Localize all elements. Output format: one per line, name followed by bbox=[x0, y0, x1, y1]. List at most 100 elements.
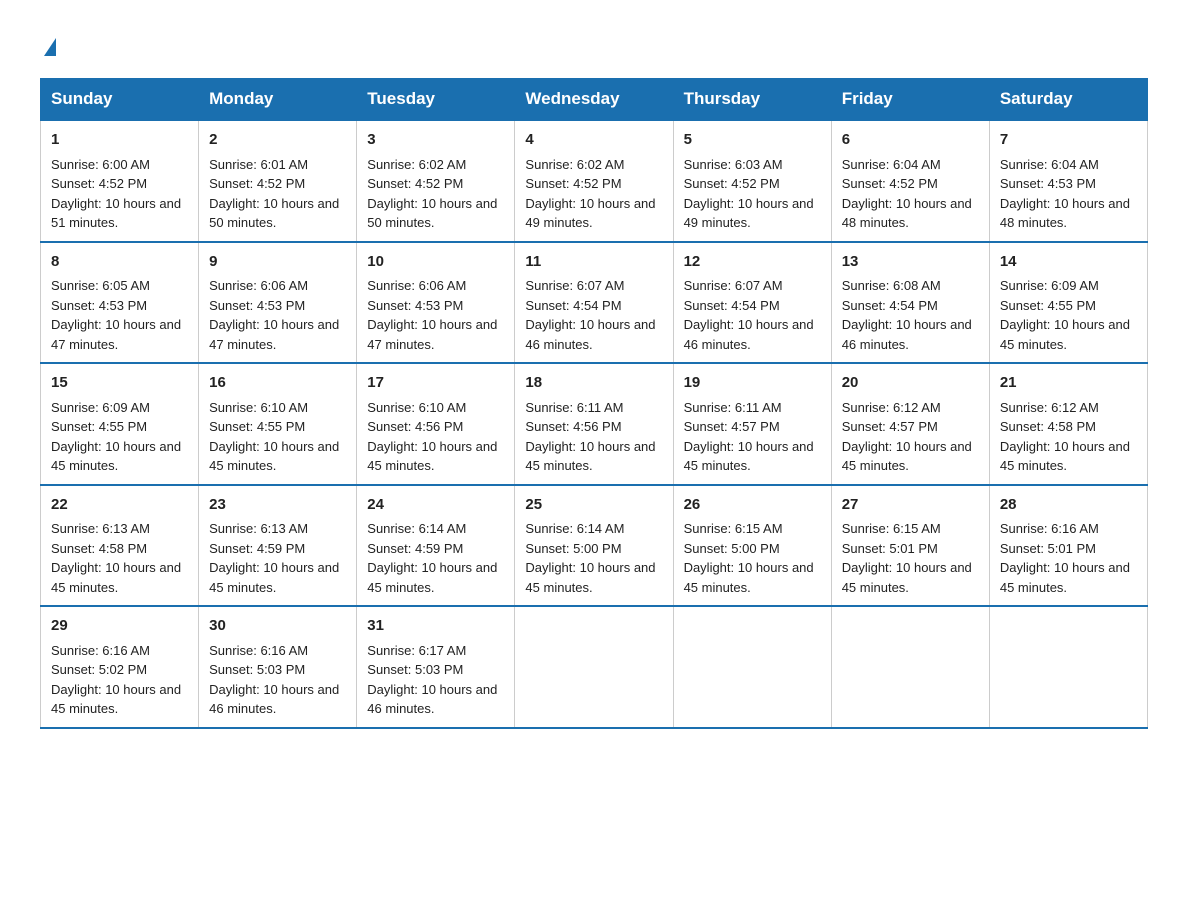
day-info: Sunrise: 6:11 AMSunset: 4:56 PMDaylight:… bbox=[525, 398, 662, 476]
day-number: 10 bbox=[367, 251, 504, 274]
day-cell: 31 Sunrise: 6:17 AMSunset: 5:03 PMDayligh… bbox=[357, 606, 515, 728]
day-cell: 8Sunrise: 6:05 AMSunset: 4:53 PMDaylight… bbox=[41, 242, 199, 364]
day-number: 16 bbox=[209, 372, 346, 395]
day-cell: 14Sunrise: 6:09 AMSunset: 4:55 PMDayligh… bbox=[989, 242, 1147, 364]
day-info: Sunrise: 6:16 AMSunset: 5:03 PMDaylight:… bbox=[209, 641, 346, 719]
day-number: 18 bbox=[525, 372, 662, 395]
header-thursday: Thursday bbox=[673, 79, 831, 121]
day-info: Sunrise: 6:12 AMSunset: 4:57 PMDaylight:… bbox=[842, 398, 979, 476]
day-cell: 5 Sunrise: 6:03 AMSunset: 4:52 PMDaylight… bbox=[673, 120, 831, 242]
day-number: 12 bbox=[684, 251, 821, 274]
day-info: Sunrise: 6:04 AMSunset: 4:53 PMDaylight:… bbox=[1000, 155, 1137, 233]
day-info: Sunrise: 6:15 AMSunset: 5:00 PMDaylight:… bbox=[684, 519, 821, 597]
day-cell: 21Sunrise: 6:12 AMSunset: 4:58 PMDayligh… bbox=[989, 363, 1147, 485]
day-info: Sunrise: 6:09 AMSunset: 4:55 PMDaylight:… bbox=[51, 398, 188, 476]
day-info: Sunrise: 6:14 AMSunset: 5:00 PMDaylight:… bbox=[525, 519, 662, 597]
week-row-2: 8Sunrise: 6:05 AMSunset: 4:53 PMDaylight… bbox=[41, 242, 1148, 364]
day-number: 23 bbox=[209, 494, 346, 517]
day-cell bbox=[515, 606, 673, 728]
day-info: Sunrise: 6:04 AMSunset: 4:52 PMDaylight:… bbox=[842, 155, 979, 233]
week-row-4: 22Sunrise: 6:13 AMSunset: 4:58 PMDayligh… bbox=[41, 485, 1148, 607]
day-number: 2 bbox=[209, 129, 346, 152]
day-number: 3 bbox=[367, 129, 504, 152]
day-number: 11 bbox=[525, 251, 662, 274]
day-info: Sunrise: 6:07 AMSunset: 4:54 PMDaylight:… bbox=[525, 276, 662, 354]
day-number: 29 bbox=[51, 615, 188, 638]
header-wednesday: Wednesday bbox=[515, 79, 673, 121]
day-cell: 16 Sunrise: 6:10 AMSunset: 4:55 PMDayligh… bbox=[199, 363, 357, 485]
day-cell: 4Sunrise: 6:02 AMSunset: 4:52 PMDaylight… bbox=[515, 120, 673, 242]
day-cell: 17 Sunrise: 6:10 AMSunset: 4:56 PMDayligh… bbox=[357, 363, 515, 485]
day-cell: 9Sunrise: 6:06 AMSunset: 4:53 PMDaylight… bbox=[199, 242, 357, 364]
day-cell: 25Sunrise: 6:14 AMSunset: 5:00 PMDayligh… bbox=[515, 485, 673, 607]
day-cell bbox=[831, 606, 989, 728]
day-cell: 3Sunrise: 6:02 AMSunset: 4:52 PMDaylight… bbox=[357, 120, 515, 242]
page-header bbox=[40, 30, 1148, 58]
day-cell: 2 Sunrise: 6:01 AMSunset: 4:52 PMDaylight… bbox=[199, 120, 357, 242]
day-info: Sunrise: 6:15 AMSunset: 5:01 PMDaylight:… bbox=[842, 519, 979, 597]
day-info: Sunrise: 6:06 AMSunset: 4:53 PMDaylight:… bbox=[367, 276, 504, 354]
day-number: 30 bbox=[209, 615, 346, 638]
day-info: Sunrise: 6:03 AMSunset: 4:52 PMDaylight:… bbox=[684, 155, 821, 233]
day-cell: 23Sunrise: 6:13 AMSunset: 4:59 PMDayligh… bbox=[199, 485, 357, 607]
header-monday: Monday bbox=[199, 79, 357, 121]
day-cell: 28Sunrise: 6:16 AMSunset: 5:01 PMDayligh… bbox=[989, 485, 1147, 607]
day-info: Sunrise: 6:11 AMSunset: 4:57 PMDaylight:… bbox=[684, 398, 821, 476]
calendar-header-row: SundayMondayTuesdayWednesdayThursdayFrid… bbox=[41, 79, 1148, 121]
day-info: Sunrise: 6:06 AMSunset: 4:53 PMDaylight:… bbox=[209, 276, 346, 354]
day-info: Sunrise: 6:00 AMSunset: 4:52 PMDaylight:… bbox=[51, 155, 188, 233]
day-info: Sunrise: 6:16 AMSunset: 5:02 PMDaylight:… bbox=[51, 641, 188, 719]
day-number: 31 bbox=[367, 615, 504, 638]
day-cell: 20Sunrise: 6:12 AMSunset: 4:57 PMDayligh… bbox=[831, 363, 989, 485]
day-number: 22 bbox=[51, 494, 188, 517]
day-number: 7 bbox=[1000, 129, 1137, 152]
day-number: 15 bbox=[51, 372, 188, 395]
day-info: Sunrise: 6:10 AMSunset: 4:56 PMDaylight:… bbox=[367, 398, 504, 476]
day-cell: 29 Sunrise: 6:16 AMSunset: 5:02 PMDayligh… bbox=[41, 606, 199, 728]
day-info: Sunrise: 6:12 AMSunset: 4:58 PMDaylight:… bbox=[1000, 398, 1137, 476]
logo-general-line bbox=[40, 30, 56, 58]
day-number: 14 bbox=[1000, 251, 1137, 274]
day-cell: 6 Sunrise: 6:04 AMSunset: 4:52 PMDaylight… bbox=[831, 120, 989, 242]
day-number: 1 bbox=[51, 129, 188, 152]
day-cell: 11Sunrise: 6:07 AMSunset: 4:54 PMDayligh… bbox=[515, 242, 673, 364]
day-info: Sunrise: 6:10 AMSunset: 4:55 PMDaylight:… bbox=[209, 398, 346, 476]
day-info: Sunrise: 6:05 AMSunset: 4:53 PMDaylight:… bbox=[51, 276, 188, 354]
day-cell: 15 Sunrise: 6:09 AMSunset: 4:55 PMDayligh… bbox=[41, 363, 199, 485]
logo bbox=[40, 30, 56, 58]
day-info: Sunrise: 6:17 AMSunset: 5:03 PMDaylight:… bbox=[367, 641, 504, 719]
day-number: 6 bbox=[842, 129, 979, 152]
day-info: Sunrise: 6:13 AMSunset: 4:59 PMDaylight:… bbox=[209, 519, 346, 597]
day-number: 25 bbox=[525, 494, 662, 517]
day-cell: 30 Sunrise: 6:16 AMSunset: 5:03 PMDayligh… bbox=[199, 606, 357, 728]
header-friday: Friday bbox=[831, 79, 989, 121]
calendar-table: SundayMondayTuesdayWednesdayThursdayFrid… bbox=[40, 78, 1148, 729]
week-row-3: 15 Sunrise: 6:09 AMSunset: 4:55 PMDayligh… bbox=[41, 363, 1148, 485]
day-cell: 12Sunrise: 6:07 AMSunset: 4:54 PMDayligh… bbox=[673, 242, 831, 364]
day-number: 17 bbox=[367, 372, 504, 395]
header-sunday: Sunday bbox=[41, 79, 199, 121]
day-cell: 26Sunrise: 6:15 AMSunset: 5:00 PMDayligh… bbox=[673, 485, 831, 607]
day-number: 19 bbox=[684, 372, 821, 395]
day-number: 8 bbox=[51, 251, 188, 274]
day-info: Sunrise: 6:14 AMSunset: 4:59 PMDaylight:… bbox=[367, 519, 504, 597]
day-cell: 18 Sunrise: 6:11 AMSunset: 4:56 PMDayligh… bbox=[515, 363, 673, 485]
day-number: 5 bbox=[684, 129, 821, 152]
day-cell bbox=[989, 606, 1147, 728]
day-info: Sunrise: 6:01 AMSunset: 4:52 PMDaylight:… bbox=[209, 155, 346, 233]
week-row-1: 1 Sunrise: 6:00 AMSunset: 4:52 PMDaylight… bbox=[41, 120, 1148, 242]
day-number: 13 bbox=[842, 251, 979, 274]
day-info: Sunrise: 6:02 AMSunset: 4:52 PMDaylight:… bbox=[525, 155, 662, 233]
day-cell: 22Sunrise: 6:13 AMSunset: 4:58 PMDayligh… bbox=[41, 485, 199, 607]
day-info: Sunrise: 6:13 AMSunset: 4:58 PMDaylight:… bbox=[51, 519, 188, 597]
header-saturday: Saturday bbox=[989, 79, 1147, 121]
day-number: 9 bbox=[209, 251, 346, 274]
day-cell: 7 Sunrise: 6:04 AMSunset: 4:53 PMDaylight… bbox=[989, 120, 1147, 242]
day-number: 24 bbox=[367, 494, 504, 517]
day-number: 26 bbox=[684, 494, 821, 517]
day-cell: 1 Sunrise: 6:00 AMSunset: 4:52 PMDaylight… bbox=[41, 120, 199, 242]
day-number: 28 bbox=[1000, 494, 1137, 517]
day-cell bbox=[673, 606, 831, 728]
week-row-5: 29 Sunrise: 6:16 AMSunset: 5:02 PMDayligh… bbox=[41, 606, 1148, 728]
day-info: Sunrise: 6:07 AMSunset: 4:54 PMDaylight:… bbox=[684, 276, 821, 354]
